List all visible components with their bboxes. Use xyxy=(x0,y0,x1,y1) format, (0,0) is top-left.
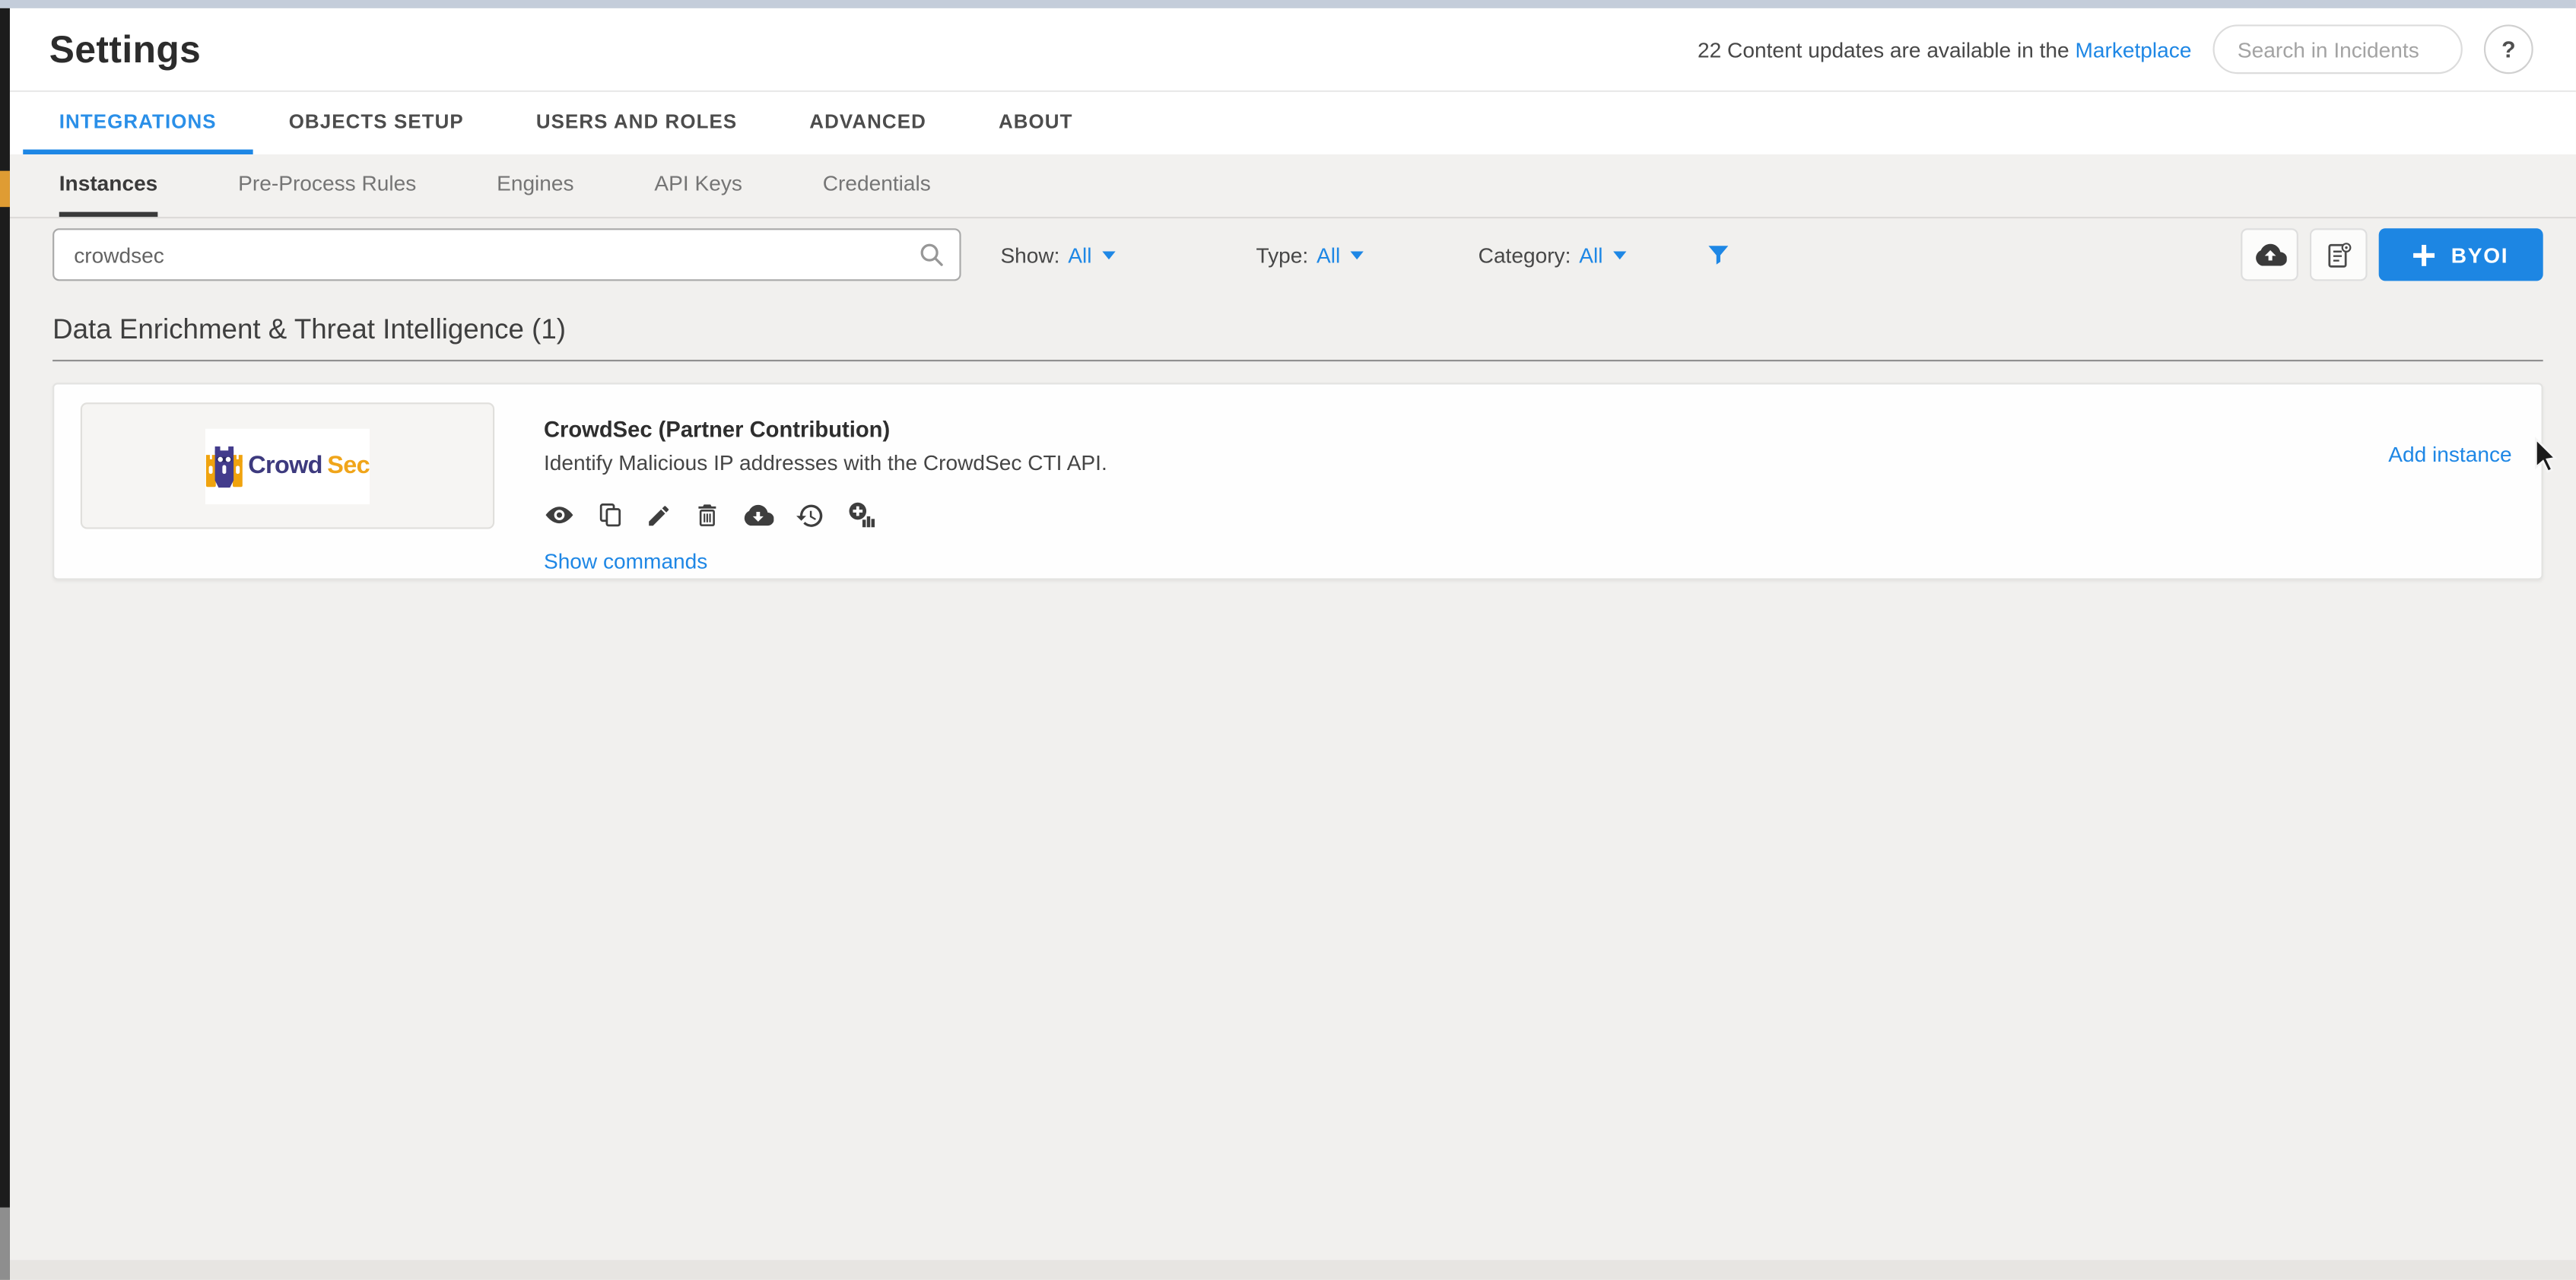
pencil-icon xyxy=(646,502,672,529)
integration-logo-tile: CrowdSec xyxy=(81,402,494,529)
filter-show[interactable]: Show: All xyxy=(1000,243,1114,267)
reset-version-button[interactable] xyxy=(795,500,824,530)
tab-integrations[interactable]: INTEGRATIONS xyxy=(23,92,253,154)
add-instance-link[interactable]: Add instance xyxy=(2388,442,2511,466)
subtab-api-keys[interactable]: API Keys xyxy=(654,154,742,217)
export-report-button[interactable] xyxy=(2310,228,2368,281)
marketplace-link[interactable]: Marketplace xyxy=(2075,37,2191,62)
content-updates-text: 22 Content updates are available in the xyxy=(1698,37,2069,62)
chevron-down-icon xyxy=(1612,250,1625,259)
chevron-down-icon xyxy=(1101,250,1114,259)
crowdsec-logo-text-secondary: Sec xyxy=(327,452,370,480)
filter-category[interactable]: Category: All xyxy=(1479,243,1626,267)
filter-value: All xyxy=(1068,243,1091,267)
app-window: Settings 22 Content updates are availabl… xyxy=(0,0,2576,1280)
bottom-shade xyxy=(10,1260,2576,1280)
filter-label: Category: xyxy=(1479,243,1571,267)
help-button[interactable]: ? xyxy=(2484,24,2533,74)
history-icon xyxy=(795,500,824,530)
sub-tab-bar: Instances Pre-Process Rules Engines API … xyxy=(10,154,2576,218)
incident-search xyxy=(2213,24,2463,74)
filter-value: All xyxy=(1579,243,1602,267)
filter-value: All xyxy=(1317,243,1340,267)
subtab-label: Engines xyxy=(497,171,573,195)
subtab-instances[interactable]: Instances xyxy=(59,154,158,217)
subtab-label: Pre-Process Rules xyxy=(238,171,416,195)
crowdsec-castle-icon xyxy=(205,440,243,492)
copy-button[interactable] xyxy=(596,501,624,529)
filter-type[interactable]: Type: All xyxy=(1256,243,1364,267)
toolbar-right: BYOI xyxy=(2241,228,2543,281)
integration-title: CrowdSec (Partner Contribution) xyxy=(544,418,1107,442)
tab-advanced[interactable]: ADVANCED xyxy=(773,92,963,154)
integrations-toolbar: Show: All Type: All Category: All xyxy=(52,228,2543,281)
main-tab-bar: INTEGRATIONS OBJECTS SETUP USERS AND ROL… xyxy=(10,91,2576,154)
question-mark-icon: ? xyxy=(2501,37,2515,63)
tab-label: ADVANCED xyxy=(809,110,926,132)
tab-label: OBJECTS SETUP xyxy=(289,110,464,132)
subtab-label: API Keys xyxy=(654,171,742,195)
integration-search xyxy=(52,228,961,281)
tab-label: INTEGRATIONS xyxy=(59,110,217,132)
tab-label: USERS AND ROLES xyxy=(536,110,737,132)
filter-funnel-button[interactable] xyxy=(1704,242,1731,268)
show-commands-link[interactable]: Show commands xyxy=(544,548,707,573)
incident-search-input[interactable] xyxy=(2213,24,2463,74)
integration-card-crowdsec: CrowdSec CrowdSec (Partner Contribution)… xyxy=(52,383,2543,580)
page-header: Settings 22 Content updates are availabl… xyxy=(10,8,2576,91)
plus-icon xyxy=(2413,244,2435,265)
download-button[interactable] xyxy=(742,500,773,531)
content-updates-note: 22 Content updates are available in the … xyxy=(1698,37,2191,62)
document-report-icon xyxy=(2323,239,2354,270)
integration-description: Identify Malicious IP addresses with the… xyxy=(544,450,1107,475)
subtab-engines[interactable]: Engines xyxy=(497,154,573,217)
header-right: 22 Content updates are available in the … xyxy=(1698,24,2533,74)
page-title: Settings xyxy=(49,27,201,71)
eye-icon xyxy=(544,500,575,531)
left-edge-accent xyxy=(0,171,10,208)
delete-button[interactable] xyxy=(694,501,722,529)
subtab-credentials[interactable]: Credentials xyxy=(823,154,931,217)
left-edge-foot xyxy=(0,1208,10,1280)
browser-edge-strip xyxy=(0,0,2576,8)
tab-label: ABOUT xyxy=(999,110,1073,132)
window-left-edge xyxy=(0,8,10,1280)
tab-users-and-roles[interactable]: USERS AND ROLES xyxy=(500,92,773,154)
mouse-cursor xyxy=(2532,437,2562,485)
crowdsec-logo-text-primary: Crowd xyxy=(248,452,322,480)
cloud-download-icon xyxy=(742,500,773,531)
settings-page: Settings 22 Content updates are availabl… xyxy=(10,8,2576,1280)
byoi-label: BYOI xyxy=(2451,243,2509,267)
search-icon xyxy=(918,242,945,276)
upload-integration-button[interactable] xyxy=(2241,228,2298,281)
plus-chart-icon xyxy=(846,500,877,531)
byoi-button[interactable]: BYOI xyxy=(2379,228,2543,281)
integration-search-input[interactable] xyxy=(52,228,961,281)
copy-icon xyxy=(596,501,624,529)
tab-about[interactable]: ABOUT xyxy=(962,92,1109,154)
funnel-icon xyxy=(1704,242,1731,268)
tab-objects-setup[interactable]: OBJECTS SETUP xyxy=(253,92,500,154)
subtab-pre-process-rules[interactable]: Pre-Process Rules xyxy=(238,154,416,217)
trash-icon xyxy=(694,501,722,529)
integration-card-info: CrowdSec (Partner Contribution) Identify… xyxy=(544,402,1107,560)
subtab-label: Instances xyxy=(59,171,158,195)
subtab-label: Credentials xyxy=(823,171,931,195)
crowdsec-logo: CrowdSec xyxy=(205,428,370,503)
section-divider xyxy=(52,360,2543,361)
filter-label: Type: xyxy=(1256,243,1309,267)
add-widget-button[interactable] xyxy=(846,500,877,531)
view-button[interactable] xyxy=(544,500,575,531)
content-area: Show: All Type: All Category: All xyxy=(10,218,2576,1279)
integration-actions xyxy=(544,500,1107,531)
section-title: Data Enrichment & Threat Intelligence (1… xyxy=(52,314,2543,347)
edit-button[interactable] xyxy=(646,502,672,529)
chevron-down-icon xyxy=(1350,250,1363,259)
filter-label: Show: xyxy=(1000,243,1059,267)
cloud-upload-icon xyxy=(2253,238,2285,271)
